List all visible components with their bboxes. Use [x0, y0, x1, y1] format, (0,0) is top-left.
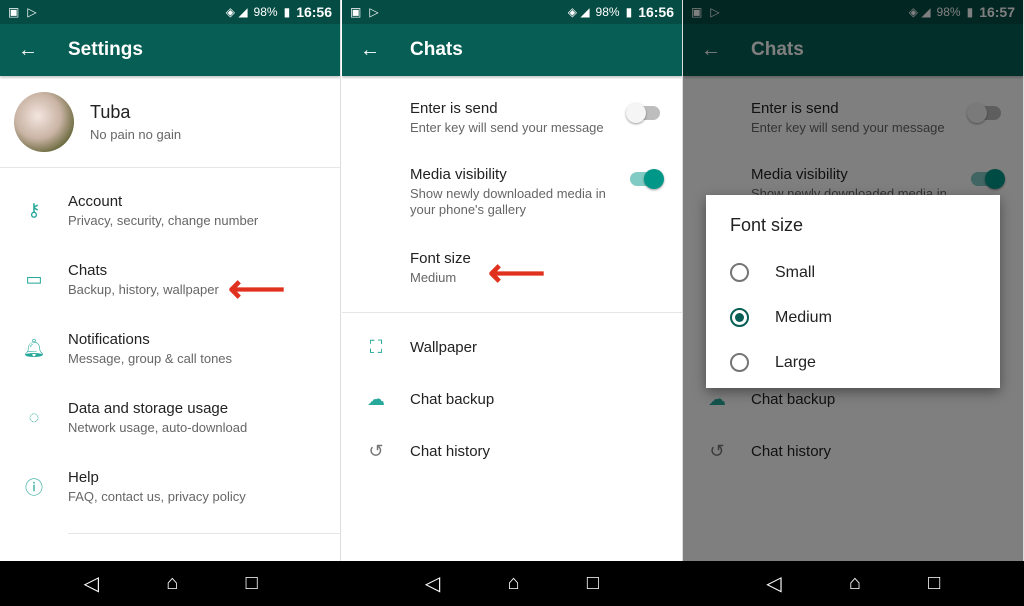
status-bar: ▣ ▷ ◈ ◢ 98% ▮ 16:56: [342, 0, 682, 24]
back-arrow-icon[interactable]: ←: [18, 39, 68, 62]
wifi-signal-icon: ◈ ◢: [225, 5, 248, 19]
profile-status: No pain no gain: [90, 126, 182, 142]
play-icon: ▷: [27, 5, 37, 19]
settings-item-notifications[interactable]: 🔔︎ Notifications Message, group & call ton…: [0, 314, 340, 383]
chats-settings-screen: ▣ ▷ ◈ ◢ 98% ▮ 16:56 ← Chats Enter is send Enter…: [342, 0, 683, 606]
setting-enter-is-send[interactable]: Enter is send Enter key will send your me…: [342, 100, 682, 166]
battery-level: 98%: [595, 5, 620, 19]
nav-back-icon[interactable]: ◁: [425, 571, 440, 596]
nav-back-icon[interactable]: ◁: [84, 571, 99, 596]
option-large[interactable]: Large: [730, 340, 976, 385]
item-sub: Privacy, security, change number: [68, 212, 259, 228]
item-wallpaper[interactable]: ⛶ Wallpaper: [342, 321, 682, 373]
clock: 16:56: [296, 4, 332, 20]
key-icon: ⚷: [27, 200, 41, 220]
nav-home-icon[interactable]: ⌂: [849, 572, 861, 595]
app-bar: ← Settings: [0, 24, 340, 76]
radio-button[interactable]: [730, 263, 749, 282]
wallpaper-icon: ⛶: [369, 336, 383, 357]
item-label: Chats: [68, 261, 108, 279]
red-arrow-annotation-icon: ⟵: [488, 251, 546, 295]
nav-recents-icon[interactable]: □: [928, 572, 940, 595]
battery-icon: ▮: [625, 5, 633, 19]
battery-level: 98%: [253, 5, 278, 19]
font-size-dialog-screen: ▣▷◈ ◢98%▮16:57 ←Chats Enter is sendEnter…: [683, 0, 1024, 606]
item-sub: Show newly downloaded media in your phon…: [410, 186, 606, 217]
item-sub: Enter key will send your message: [410, 120, 604, 135]
divider: [342, 312, 682, 313]
item-label: Chat backup: [410, 390, 495, 408]
nav-recents-icon[interactable]: □: [587, 572, 599, 595]
radio-button-selected[interactable]: [730, 308, 749, 327]
app-bar: ←Chats: [342, 24, 682, 76]
item-label: Help: [68, 468, 99, 486]
nav-recents-icon[interactable]: □: [246, 572, 258, 595]
nav-home-icon[interactable]: ⌂: [166, 572, 178, 595]
item-label: Media visibility: [410, 166, 507, 183]
item-label: Account: [68, 192, 123, 210]
item-sub: Network usage, auto-download: [68, 419, 248, 435]
option-small[interactable]: Small: [730, 250, 976, 295]
settings-item-account[interactable]: ⚷ Account Privacy, security, change number: [0, 176, 340, 245]
item-chat-backup[interactable]: ☁ Chat backup: [342, 373, 682, 425]
status-bar: ▣ ▷ ◈ ◢ 98% ▮ 16:56: [0, 0, 340, 24]
item-label: Enter is send: [410, 100, 498, 117]
media-visibility-toggle[interactable]: [630, 169, 664, 189]
settings-item-data-storage[interactable]: ◌ Data and storage usage Network usage, au…: [0, 383, 340, 452]
item-label: Font size: [410, 250, 471, 267]
clock: 16:56: [638, 4, 674, 20]
gallery-icon: ▣: [8, 5, 20, 19]
item-sub: Medium: [410, 270, 457, 285]
option-medium[interactable]: Medium: [730, 295, 976, 340]
item-sub: Message, group & call tones: [68, 350, 233, 366]
back-arrow-icon[interactable]: ←: [360, 39, 410, 62]
profile-name: Tuba: [90, 101, 131, 122]
play-icon: ▷: [369, 5, 379, 19]
option-label: Medium: [775, 308, 832, 326]
settings-item-chats[interactable]: ▭ Chats Backup, history, wallpaper: [0, 245, 340, 314]
item-sub: FAQ, contact us, privacy policy: [68, 488, 246, 504]
item-sub: Backup, history, wallpaper: [68, 281, 219, 297]
settings-item-help[interactable]: ⓘ Help FAQ, contact us, privacy policy: [0, 452, 340, 521]
page-title: Settings: [68, 39, 143, 60]
nav-back-icon[interactable]: ◁: [766, 571, 781, 596]
item-label: Wallpaper: [410, 338, 477, 356]
profile-row[interactable]: Tuba No pain no gain: [0, 76, 340, 168]
navigation-bar: ◁ ⌂ □ ◁ ⌂ □ ◁ ⌂ □: [0, 561, 1024, 606]
page-title: Chats: [410, 39, 463, 60]
setting-media-visibility[interactable]: Media visibility Show newly downloaded me…: [342, 166, 682, 250]
font-size-dialog: Font size Small Medium Large: [706, 195, 1000, 388]
avatar[interactable]: [14, 91, 74, 152]
cloud-backup-icon: ☁: [367, 388, 385, 409]
item-chat-history[interactable]: ↺ Chat history: [342, 425, 682, 477]
item-label: Notifications: [68, 330, 150, 348]
wifi-signal-icon: ◈ ◢: [567, 5, 590, 19]
nav-home-icon[interactable]: ⌂: [508, 572, 520, 595]
option-label: Large: [775, 353, 816, 371]
enter-is-send-toggle[interactable]: [626, 103, 660, 123]
chat-icon: ▭: [25, 269, 43, 289]
help-icon: ⓘ: [25, 477, 43, 498]
dialog-title: Font size: [730, 215, 804, 235]
bell-icon: 🔔︎: [22, 338, 46, 358]
divider: [68, 533, 340, 534]
history-icon: ↺: [368, 440, 384, 461]
item-label: Chat history: [410, 442, 491, 460]
option-label: Small: [775, 263, 816, 281]
battery-icon: ▮: [283, 5, 291, 19]
red-arrow-annotation-icon: ⟵: [228, 267, 286, 311]
settings-screen: ▣ ▷ ◈ ◢ 98% ▮ 16:56 ← Settings Tuba No pain no …: [0, 0, 341, 606]
radio-button[interactable]: [730, 353, 749, 372]
item-label: Data and storage usage: [68, 399, 229, 417]
gallery-icon: ▣: [350, 5, 362, 19]
data-usage-icon: ◌: [28, 407, 40, 427]
